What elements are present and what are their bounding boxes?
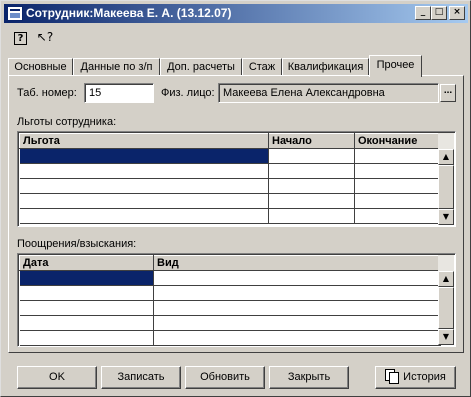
app-icon [7,6,23,21]
scroll-thumb[interactable] [438,287,454,329]
start-cell[interactable] [268,178,355,194]
history-icon [385,369,400,384]
type-cell[interactable] [153,270,441,286]
scroll-up-button[interactable]: ▲ [438,149,454,165]
rewards-section-label: Поощрения/взыскания: [17,238,137,250]
benefits-col-end[interactable]: Окончание [354,133,441,149]
table-row[interactable] [19,193,441,209]
table-row[interactable] [19,148,441,164]
table-row[interactable] [19,178,441,194]
end-cell[interactable] [354,163,441,179]
scroll-down-button[interactable]: ▼ [438,329,454,345]
table-row[interactable] [19,270,441,286]
tab-qualification[interactable]: Квалификация [282,58,369,76]
end-cell[interactable] [354,193,441,209]
help-icon[interactable]: ? [14,32,27,45]
tab-seniority[interactable]: Стаж [242,58,282,76]
table-row[interactable] [19,315,441,331]
benefit-cell[interactable] [19,163,269,179]
rewards-col-date[interactable]: Дата [19,255,154,271]
save-button[interactable]: Записать [101,366,181,389]
tab-number-input[interactable]: 15 [84,83,154,103]
table-row[interactable] [19,208,441,224]
tab-salary-data[interactable]: Данные по з/п [73,58,160,76]
benefit-cell[interactable] [19,178,269,194]
start-cell[interactable] [268,148,355,164]
close-button[interactable]: Закрыть [269,366,349,389]
tab-other[interactable]: Прочее [369,55,422,77]
rewards-col-type[interactable]: Вид [153,255,441,271]
benefit-cell[interactable] [19,208,269,224]
date-cell[interactable] [19,330,154,346]
table-row[interactable] [19,300,441,316]
whats-this-icon[interactable]: ↖? [36,29,54,47]
minimize-button[interactable]: _ [415,6,431,20]
benefits-table[interactable]: Льгота Начало Окончание ▲ ▼ [17,131,456,227]
benefits-col-start[interactable]: Начало [268,133,355,149]
benefits-col-benefit[interactable]: Льгота [19,133,269,149]
start-cell[interactable] [268,163,355,179]
start-cell[interactable] [268,193,355,209]
tab-extra-calculations[interactable]: Доп. расчеты [160,58,242,76]
scroll-down-button[interactable]: ▼ [438,209,454,225]
date-cell[interactable] [19,300,154,316]
date-cell[interactable] [19,285,154,301]
person-label: Физ. лицо: [161,87,215,99]
history-button-label: История [403,371,446,383]
tab-number-label: Таб. номер: [17,87,77,99]
benefits-scrollbar[interactable]: ▲ ▼ [438,133,454,225]
table-row[interactable] [19,330,441,346]
end-cell[interactable] [354,208,441,224]
benefit-cell[interactable] [19,148,269,164]
maximize-button[interactable]: □ [431,6,447,20]
benefits-section-label: Льготы сотрудника: [17,116,117,128]
end-cell[interactable] [354,148,441,164]
tab-main[interactable]: Основные [8,58,73,76]
employee-window: Сотрудник:Макеева Е. А. (13.12.07) _ □ ×… [0,0,471,397]
type-cell[interactable] [153,315,441,331]
title-bar[interactable]: Сотрудник:Макеева Е. А. (13.12.07) _ □ × [4,4,468,23]
table-row[interactable] [19,285,441,301]
table-row[interactable] [19,163,441,179]
ok-button[interactable]: OK [17,366,97,389]
date-cell[interactable] [19,270,154,286]
type-cell[interactable] [153,285,441,301]
end-cell[interactable] [354,178,441,194]
person-field[interactable]: Макеева Елена Александровна [218,83,439,103]
refresh-button[interactable]: Обновить [185,366,265,389]
close-window-button[interactable]: × [449,6,465,20]
scroll-up-button[interactable]: ▲ [438,271,454,287]
type-cell[interactable] [153,330,441,346]
date-cell[interactable] [19,315,154,331]
history-button[interactable]: История [375,366,456,389]
benefit-cell[interactable] [19,193,269,209]
start-cell[interactable] [268,208,355,224]
type-cell[interactable] [153,300,441,316]
scroll-thumb[interactable] [438,165,454,209]
person-select-button[interactable]: ... [440,84,456,102]
rewards-scrollbar[interactable]: ▲ ▼ [438,255,454,345]
rewards-table[interactable]: Дата Вид ▲ ▼ [17,253,456,347]
window-title: Сотрудник:Макеева Е. А. (13.12.07) [26,6,232,20]
